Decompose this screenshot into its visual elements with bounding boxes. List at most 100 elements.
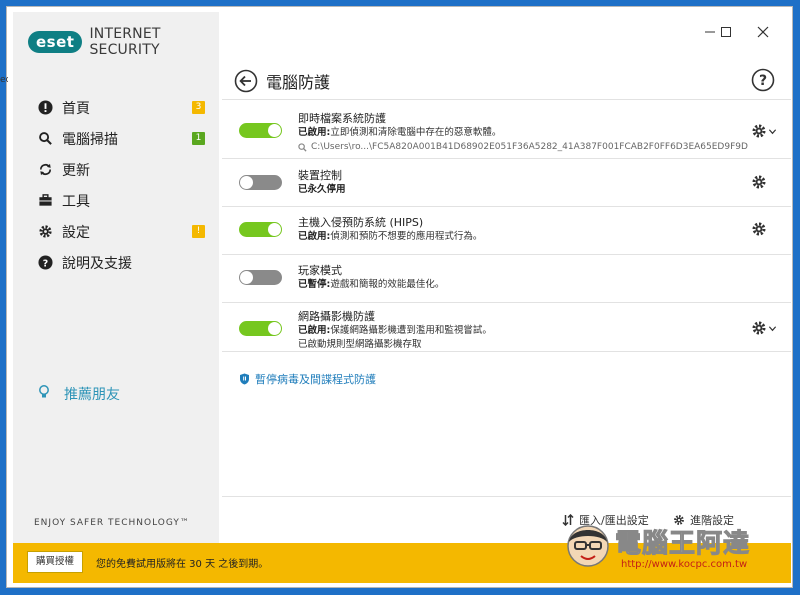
module-status-text: 遊戲和簡報的效能最佳化。 bbox=[330, 279, 445, 290]
module-extra-info: 已啟動規則型網路攝影機存取 bbox=[298, 339, 422, 350]
sidebar-item-label: 電腦掃描 bbox=[62, 131, 118, 148]
module-path: C:\Users\ro...\FC5A820A001B41D68902E051F… bbox=[298, 140, 748, 154]
desktop-background-text: ec bbox=[0, 75, 8, 85]
help-circle-icon: ? bbox=[37, 255, 53, 271]
module-status-text: 保護網路攝影機遭到濫用和監視嘗試。 bbox=[330, 325, 492, 336]
divider bbox=[222, 496, 791, 497]
back-arrow-icon[interactable] bbox=[234, 69, 258, 93]
pause-protection-link[interactable]: 暫停病毒及間諜程式防護 bbox=[239, 371, 376, 387]
toggle-knob bbox=[268, 322, 281, 335]
eset-logo: eset bbox=[28, 31, 83, 53]
buy-license-button[interactable]: 購買授權 bbox=[27, 551, 84, 573]
device-control-toggle[interactable] bbox=[239, 175, 282, 190]
watermark: 電腦王阿達 http://www.kocpc.com.tw bbox=[563, 520, 783, 580]
module-text: 網路攝影機防護 已啟用:保護網路攝影機遭到濫用和監視嘗試。 已啟動規則型網路攝影… bbox=[298, 309, 492, 351]
refer-friend-label: 推薦朋友 bbox=[64, 387, 120, 403]
sidebar-item-label: 設定 bbox=[62, 224, 90, 241]
module-name[interactable]: 即時檔案系統防護 bbox=[298, 111, 748, 126]
sidebar: eset INTERNET SECURITY 首頁 3 電腦掃描 1 更新 工具… bbox=[13, 12, 219, 543]
module-text: 玩家模式 已暫停:遊戲和簡報的效能最佳化。 bbox=[298, 263, 444, 292]
gear-icon[interactable] bbox=[751, 174, 767, 190]
sidebar-item-tools[interactable]: 工具 bbox=[13, 185, 219, 216]
module-status-label: 已啟用: bbox=[298, 325, 331, 336]
gear-icon[interactable] bbox=[751, 320, 767, 336]
close-button[interactable] bbox=[748, 22, 778, 42]
svg-text:?: ? bbox=[42, 258, 47, 269]
module-status-text: 立即偵測和清除電腦中存在的惡意軟體。 bbox=[330, 127, 502, 138]
module-status: 已永久停用 bbox=[298, 183, 346, 197]
refresh-icon bbox=[37, 162, 53, 178]
module-text: 即時檔案系統防護 已啟用:立即偵測和清除電腦中存在的惡意軟體。 C:\Users… bbox=[298, 111, 748, 154]
module-status-label: 已啟用: bbox=[298, 231, 331, 242]
module-status-text: 偵測和預防不想要的應用程式行為。 bbox=[330, 231, 483, 242]
module-status-label: 已暫停: bbox=[298, 279, 331, 290]
toggle-knob bbox=[240, 271, 253, 284]
module-status: 已啟用:保護網路攝影機遭到濫用和監視嘗試。 bbox=[298, 324, 492, 338]
module-name[interactable]: 玩家模式 bbox=[298, 263, 444, 278]
module-status-label: 已永久停用 bbox=[298, 184, 346, 195]
brand: eset INTERNET SECURITY bbox=[28, 26, 219, 58]
sidebar-item-label: 說明及支援 bbox=[62, 255, 132, 272]
maximize-icon bbox=[721, 27, 731, 37]
sidebar-item-label: 更新 bbox=[62, 162, 90, 179]
notification-badge: 1 bbox=[192, 132, 205, 145]
trial-expiry-text: 您的免費試用版將在 30 天 之後到期。 bbox=[96, 559, 269, 570]
mascot-face-icon bbox=[567, 525, 609, 567]
svg-text:?: ? bbox=[759, 73, 767, 89]
search-icon bbox=[37, 131, 53, 147]
pause-protection-label: 暫停病毒及間諜程式防護 bbox=[255, 373, 376, 386]
gear-icon[interactable] bbox=[751, 221, 767, 237]
protection-module-list: 即時檔案系統防護 已啟用:立即偵測和清除電腦中存在的惡意軟體。 C:\Users… bbox=[222, 99, 791, 352]
refer-friend-link[interactable]: 推薦朋友 bbox=[37, 384, 120, 404]
notification-badge: 3 bbox=[192, 101, 205, 114]
module-status: 已啟用:偵測和預防不想要的應用程式行為。 bbox=[298, 230, 482, 244]
eset-window: eset INTERNET SECURITY 首頁 3 電腦掃描 1 更新 工具… bbox=[13, 12, 791, 583]
module-text: 主機入侵預防系統 (HIPS) 已啟用:偵測和預防不想要的應用程式行為。 bbox=[298, 215, 482, 244]
module-row-device-control: 裝置控制 已永久停用 bbox=[222, 158, 791, 206]
realtime-protection-toggle[interactable] bbox=[239, 123, 282, 138]
watermark-url: http://www.kocpc.com.tw bbox=[621, 559, 748, 570]
sidebar-item-help-support[interactable]: ? 說明及支援 bbox=[13, 247, 219, 278]
toggle-knob bbox=[240, 176, 253, 189]
toggle-knob bbox=[268, 124, 281, 137]
page-title: 電腦防護 bbox=[266, 73, 331, 92]
module-row-realtime: 即時檔案系統防護 已啟用:立即偵測和清除電腦中存在的惡意軟體。 C:\Users… bbox=[222, 99, 791, 158]
page-header: 電腦防護 bbox=[234, 68, 330, 94]
module-name[interactable]: 網路攝影機防護 bbox=[298, 309, 492, 324]
search-icon bbox=[298, 142, 307, 152]
gamer-mode-toggle[interactable] bbox=[239, 270, 282, 285]
help-icon[interactable]: ? bbox=[751, 68, 775, 92]
module-row-hips: 主機入侵預防系統 (HIPS) 已啟用:偵測和預防不想要的應用程式行為。 bbox=[222, 206, 791, 254]
gear-icon bbox=[37, 224, 53, 240]
module-status: 已暫停:遊戲和簡報的效能最佳化。 bbox=[298, 278, 444, 292]
module-text: 裝置控制 已永久停用 bbox=[298, 168, 346, 197]
sidebar-item-settings[interactable]: 設定 ! bbox=[13, 216, 219, 247]
module-status: 已啟用:立即偵測和清除電腦中存在的惡意軟體。 bbox=[298, 126, 748, 140]
module-name[interactable]: 主機入侵預防系統 (HIPS) bbox=[298, 215, 482, 230]
sidebar-item-computer-scan[interactable]: 電腦掃描 1 bbox=[13, 123, 219, 154]
alert-circle-icon bbox=[37, 100, 53, 116]
maximize-button[interactable] bbox=[711, 22, 741, 42]
webcam-protection-toggle[interactable] bbox=[239, 321, 282, 336]
notification-badge: ! bbox=[192, 225, 205, 238]
lightbulb-icon bbox=[37, 384, 51, 404]
watermark-text: 電腦王阿達 bbox=[614, 529, 751, 560]
shield-icon bbox=[240, 373, 249, 385]
toggle-knob bbox=[268, 223, 281, 236]
gear-icon[interactable] bbox=[751, 123, 767, 139]
close-icon bbox=[757, 26, 769, 38]
tagline: ENJOY SAFER TECHNOLOGY™ bbox=[34, 518, 190, 528]
hips-toggle[interactable] bbox=[239, 222, 282, 237]
chevron-down-icon[interactable] bbox=[768, 127, 777, 136]
module-row-gamer-mode: 玩家模式 已暫停:遊戲和簡報的效能最佳化。 bbox=[222, 254, 791, 302]
briefcase-icon bbox=[37, 193, 53, 209]
sidebar-item-update[interactable]: 更新 bbox=[13, 154, 219, 185]
sidebar-nav: 首頁 3 電腦掃描 1 更新 工具 設定 ! ? 說明及支援 bbox=[13, 92, 219, 278]
module-path-text: C:\Users\ro...\FC5A820A001B41D68902E051F… bbox=[311, 142, 748, 152]
chevron-down-icon[interactable] bbox=[768, 324, 777, 333]
product-name: INTERNET SECURITY bbox=[89, 26, 161, 58]
sidebar-item-label: 首頁 bbox=[62, 100, 90, 117]
sidebar-item-label: 工具 bbox=[62, 193, 90, 210]
module-name[interactable]: 裝置控制 bbox=[298, 168, 346, 183]
sidebar-item-home[interactable]: 首頁 3 bbox=[13, 92, 219, 123]
